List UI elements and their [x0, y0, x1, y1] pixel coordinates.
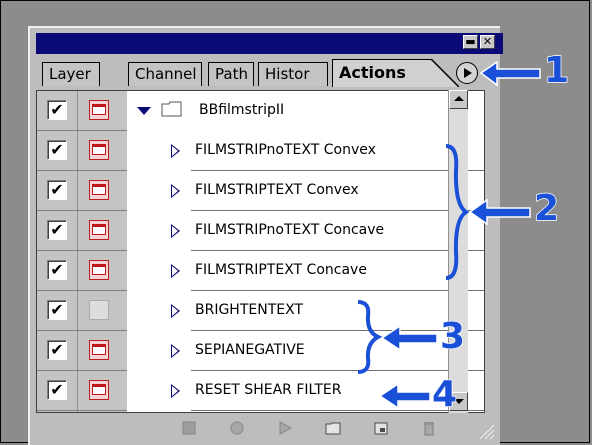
tab-label: Histor	[265, 65, 310, 83]
check-icon: ✔	[50, 260, 64, 279]
action-row[interactable]: ✔ RESET SHEAR FILTER	[37, 371, 484, 411]
palette-title-bar[interactable]: ▬ ✕	[36, 33, 503, 54]
expand-triangle-icon[interactable]	[137, 107, 151, 115]
expand-triangle-icon[interactable]	[171, 344, 180, 358]
action-label: RESET SHEAR FILTER	[195, 382, 342, 398]
check-icon: ✔	[50, 340, 64, 359]
vertical-scrollbar[interactable]	[448, 90, 468, 413]
action-toggle-checkbox[interactable]: ✔	[47, 340, 67, 360]
tab-edge	[423, 59, 459, 87]
annotation-number-4: 4	[431, 373, 458, 416]
new-action-icon[interactable]	[372, 419, 390, 437]
dialog-toggle[interactable]	[89, 140, 109, 160]
action-toggle-checkbox[interactable]: ✔	[47, 380, 67, 400]
action-toggle-checkbox[interactable]: ✔	[47, 180, 67, 200]
dialog-toggle[interactable]	[89, 220, 109, 240]
expand-triangle-icon[interactable]	[171, 224, 180, 238]
play-circle-icon	[464, 68, 472, 78]
check-icon: ✔	[50, 140, 64, 159]
check-icon: ✔	[50, 300, 64, 319]
dialog-toggle[interactable]	[89, 180, 109, 200]
annotation-number-2: 2	[533, 187, 560, 230]
tab-channels[interactable]: Channel	[128, 62, 202, 86]
expand-triangle-icon[interactable]	[171, 144, 180, 158]
action-toggle-checkbox[interactable]: ✔	[47, 220, 67, 240]
play-icon[interactable]	[276, 419, 294, 437]
tab-label: Path	[215, 65, 248, 83]
close-icon: ✕	[482, 35, 493, 48]
dialog-toggle[interactable]	[89, 340, 109, 360]
record-icon[interactable]	[228, 419, 246, 437]
set-dialog-toggle[interactable]	[89, 100, 109, 120]
action-set-name: BBfilmstripII	[199, 102, 285, 118]
action-label: FILMSTRIPnoTEXT Concave	[195, 222, 385, 238]
action-toggle-checkbox[interactable]: ✔	[47, 260, 67, 280]
dialog-toggle[interactable]	[89, 300, 109, 320]
row-divider	[37, 410, 127, 411]
action-row[interactable]: ✔ FILMSTRIPTEXT Concave	[37, 251, 484, 291]
action-label: SEPIANEGATIVE	[195, 342, 305, 358]
annotation-number-1: 1	[543, 49, 570, 92]
expand-triangle-icon[interactable]	[171, 264, 180, 278]
set-toggle-checkbox[interactable]: ✔	[47, 100, 67, 120]
dialog-toggle[interactable]	[89, 380, 109, 400]
actions-list: ✔ BBfilmstripII ✔ FILMSTRIPnoTEXT Convex ✔ FI…	[36, 90, 485, 413]
check-icon: ✔	[50, 100, 64, 119]
action-set-row[interactable]: ✔ BBfilmstripII	[37, 91, 484, 131]
folder-icon	[161, 101, 182, 117]
new-set-icon[interactable]	[324, 419, 342, 437]
trash-icon[interactable]	[420, 419, 438, 437]
tab-actions[interactable]: Actions	[332, 59, 424, 87]
action-row[interactable]: ✔ BRIGHTENTEXT	[37, 291, 484, 331]
dialog-toggle[interactable]	[89, 260, 109, 280]
check-icon: ✔	[50, 180, 64, 199]
bottom-toolbar	[36, 415, 503, 445]
palette-menu-button[interactable]	[456, 62, 478, 84]
tab-paths[interactable]: Path	[208, 62, 254, 86]
resize-grip-icon[interactable]	[476, 421, 496, 441]
expand-triangle-icon[interactable]	[171, 384, 180, 398]
action-label: FILMSTRIPnoTEXT Convex	[195, 142, 376, 158]
tab-label: Channel	[135, 65, 197, 83]
tab-label: Actions	[339, 63, 406, 82]
action-toggle-checkbox[interactable]: ✔	[47, 300, 67, 320]
close-button[interactable]: ✕	[480, 35, 495, 49]
expand-triangle-icon[interactable]	[171, 184, 180, 198]
check-icon: ✔	[50, 380, 64, 399]
tab-layers[interactable]: Layer	[42, 62, 100, 86]
check-icon: ✔	[50, 220, 64, 239]
expand-triangle-icon[interactable]	[171, 304, 180, 318]
action-label: BRIGHTENTEXT	[195, 302, 304, 318]
action-row[interactable]: ✔ FILMSTRIPTEXT Convex	[37, 171, 484, 211]
action-row[interactable]: ✔ FILMSTRIPnoTEXT Concave	[37, 211, 484, 251]
scroll-up-button[interactable]	[449, 90, 468, 109]
minimize-icon: ▬	[465, 35, 476, 48]
annotation-number-3: 3	[439, 315, 466, 358]
palette-tabs: Layer Channel Path Histor Actions	[36, 57, 503, 87]
action-row[interactable]: ✔ FILMSTRIPnoTEXT Convex	[37, 131, 484, 171]
minimize-button[interactable]: ▬	[463, 35, 478, 49]
action-label: FILMSTRIPTEXT Concave	[195, 262, 367, 278]
action-label: FILMSTRIPTEXT Convex	[195, 182, 359, 198]
stop-icon[interactable]	[180, 419, 198, 437]
action-toggle-checkbox[interactable]: ✔	[47, 140, 67, 160]
tab-label: Layer	[49, 65, 91, 83]
action-row[interactable]: ✔ SEPIANEGATIVE	[37, 331, 484, 371]
tab-history[interactable]: Histor	[258, 62, 328, 86]
